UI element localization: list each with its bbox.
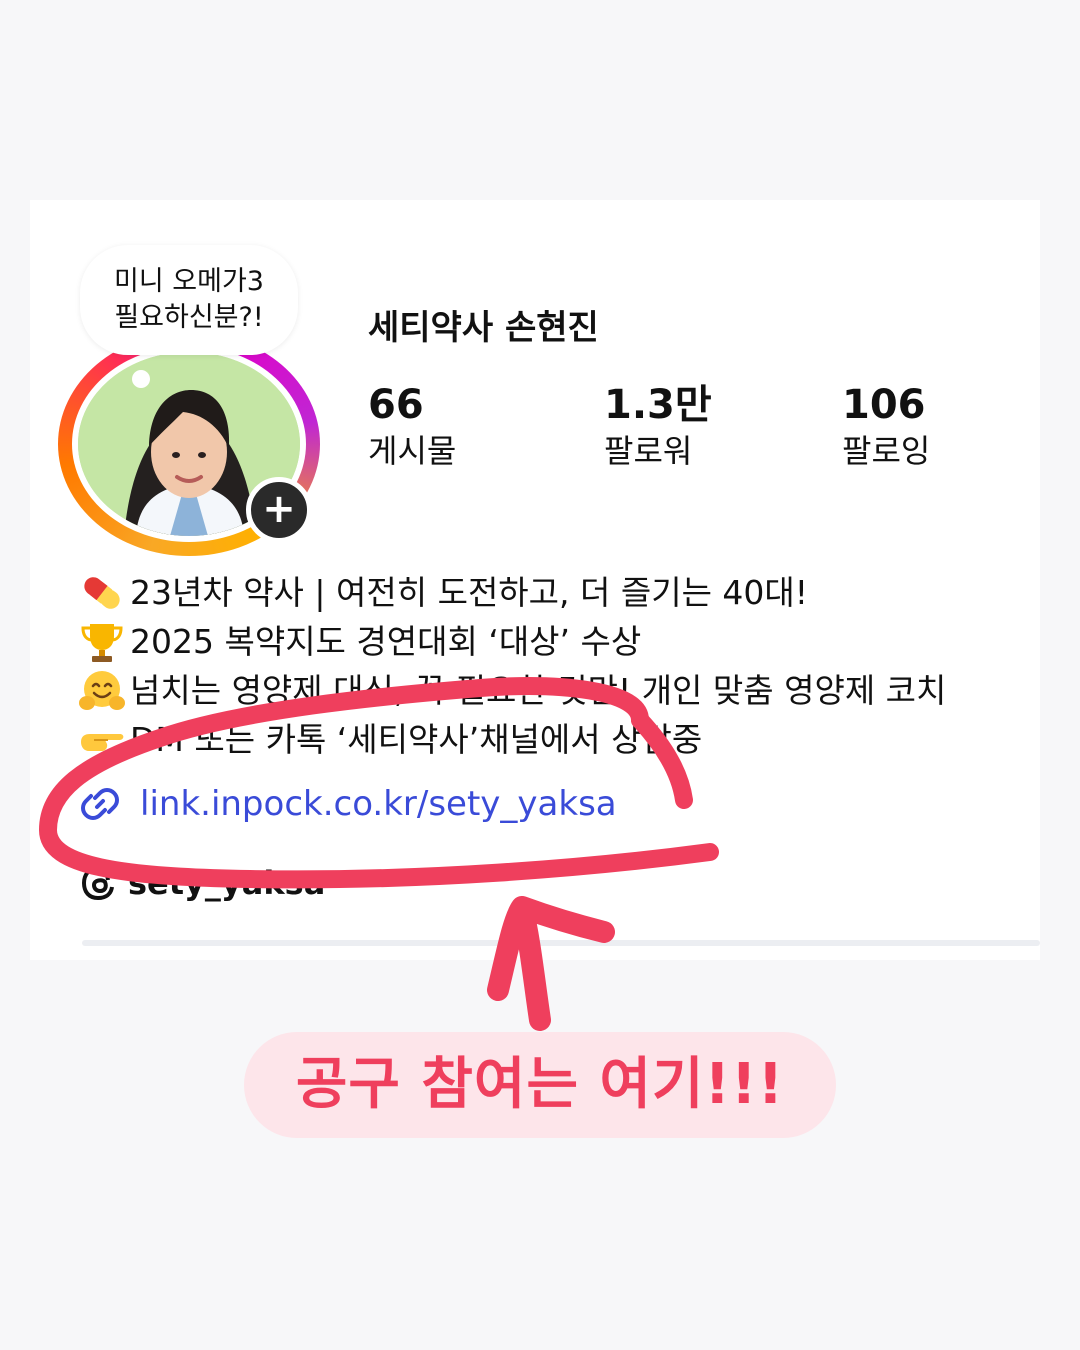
pill-icon [84,576,120,609]
link-icon [81,788,119,820]
bio-text-1: 23년차 약사 | 여전히 도전하고, 더 즐기는 40대! [130,573,809,612]
profile-link-text[interactable]: link.inpock.co.kr/sety_yaksa [140,784,617,824]
hugging-face-icon [79,670,125,710]
stat-posts[interactable]: 66 게시물 [368,380,456,472]
bio-line-2: 2025 복약지도 경연대회 ‘대상’ 수상 [78,617,1038,666]
followers-label: 팔로워 [604,432,693,470]
bio-text-2: 2025 복약지도 경연대회 ‘대상’ 수상 [130,622,642,661]
profile-note-bubble[interactable]: 미니 오메가3 필요하신분?! [80,245,298,355]
bio-text-3: 넘치는 영양제 대신, 꼭 필요한 것만! 개인 맞춤 영양제 코치 [130,671,947,710]
group-buy-callout: 공구 참여는 여기!!! [244,1032,836,1138]
posts-label: 게시물 [368,432,457,470]
add-story-button[interactable]: + [246,477,312,543]
bio-text-4: DM 또는 카톡 ‘세티약사’채널에서 상담중 [130,720,703,759]
stat-followers[interactable]: 1.3만 팔로워 [604,380,712,472]
following-label: 팔로잉 [842,432,931,470]
profile-link[interactable]: link.inpock.co.kr/sety_yaksa [76,780,617,828]
note-tail-dot [132,370,150,388]
bio-line-3: 넘치는 영양제 대신, 꼭 필요한 것만! 개인 맞춤 영양제 코치 [78,666,1038,715]
posts-count: 66 [368,382,424,428]
threads-link[interactable]: sety_yaksa [78,863,325,903]
bio-line-1: 23년차 약사 | 여전히 도전하고, 더 즐기는 40대! [78,568,1038,617]
pointing-hand-icon [81,733,124,751]
trophy-icon [81,623,123,662]
stat-following[interactable]: 106 팔로잉 [842,380,930,472]
bio-line-4: DM 또는 카톡 ‘세티약사’채널에서 상담중 [78,715,1038,764]
threads-handle[interactable]: sety_yaksa [128,864,325,902]
note-line-1: 미니 오메가3 [114,266,264,297]
threads-icon [81,865,114,901]
following-count: 106 [842,382,926,428]
followers-count: 1.3만 [604,382,712,428]
profile-name: 세티약사 손현진 [368,308,599,348]
note-line-2: 필요하신분?! [114,302,264,333]
profile-bio: 23년차 약사 | 여전히 도전하고, 더 즐기는 40대! 2025 복약지도… [78,568,1038,764]
profile-divider [82,940,1040,946]
